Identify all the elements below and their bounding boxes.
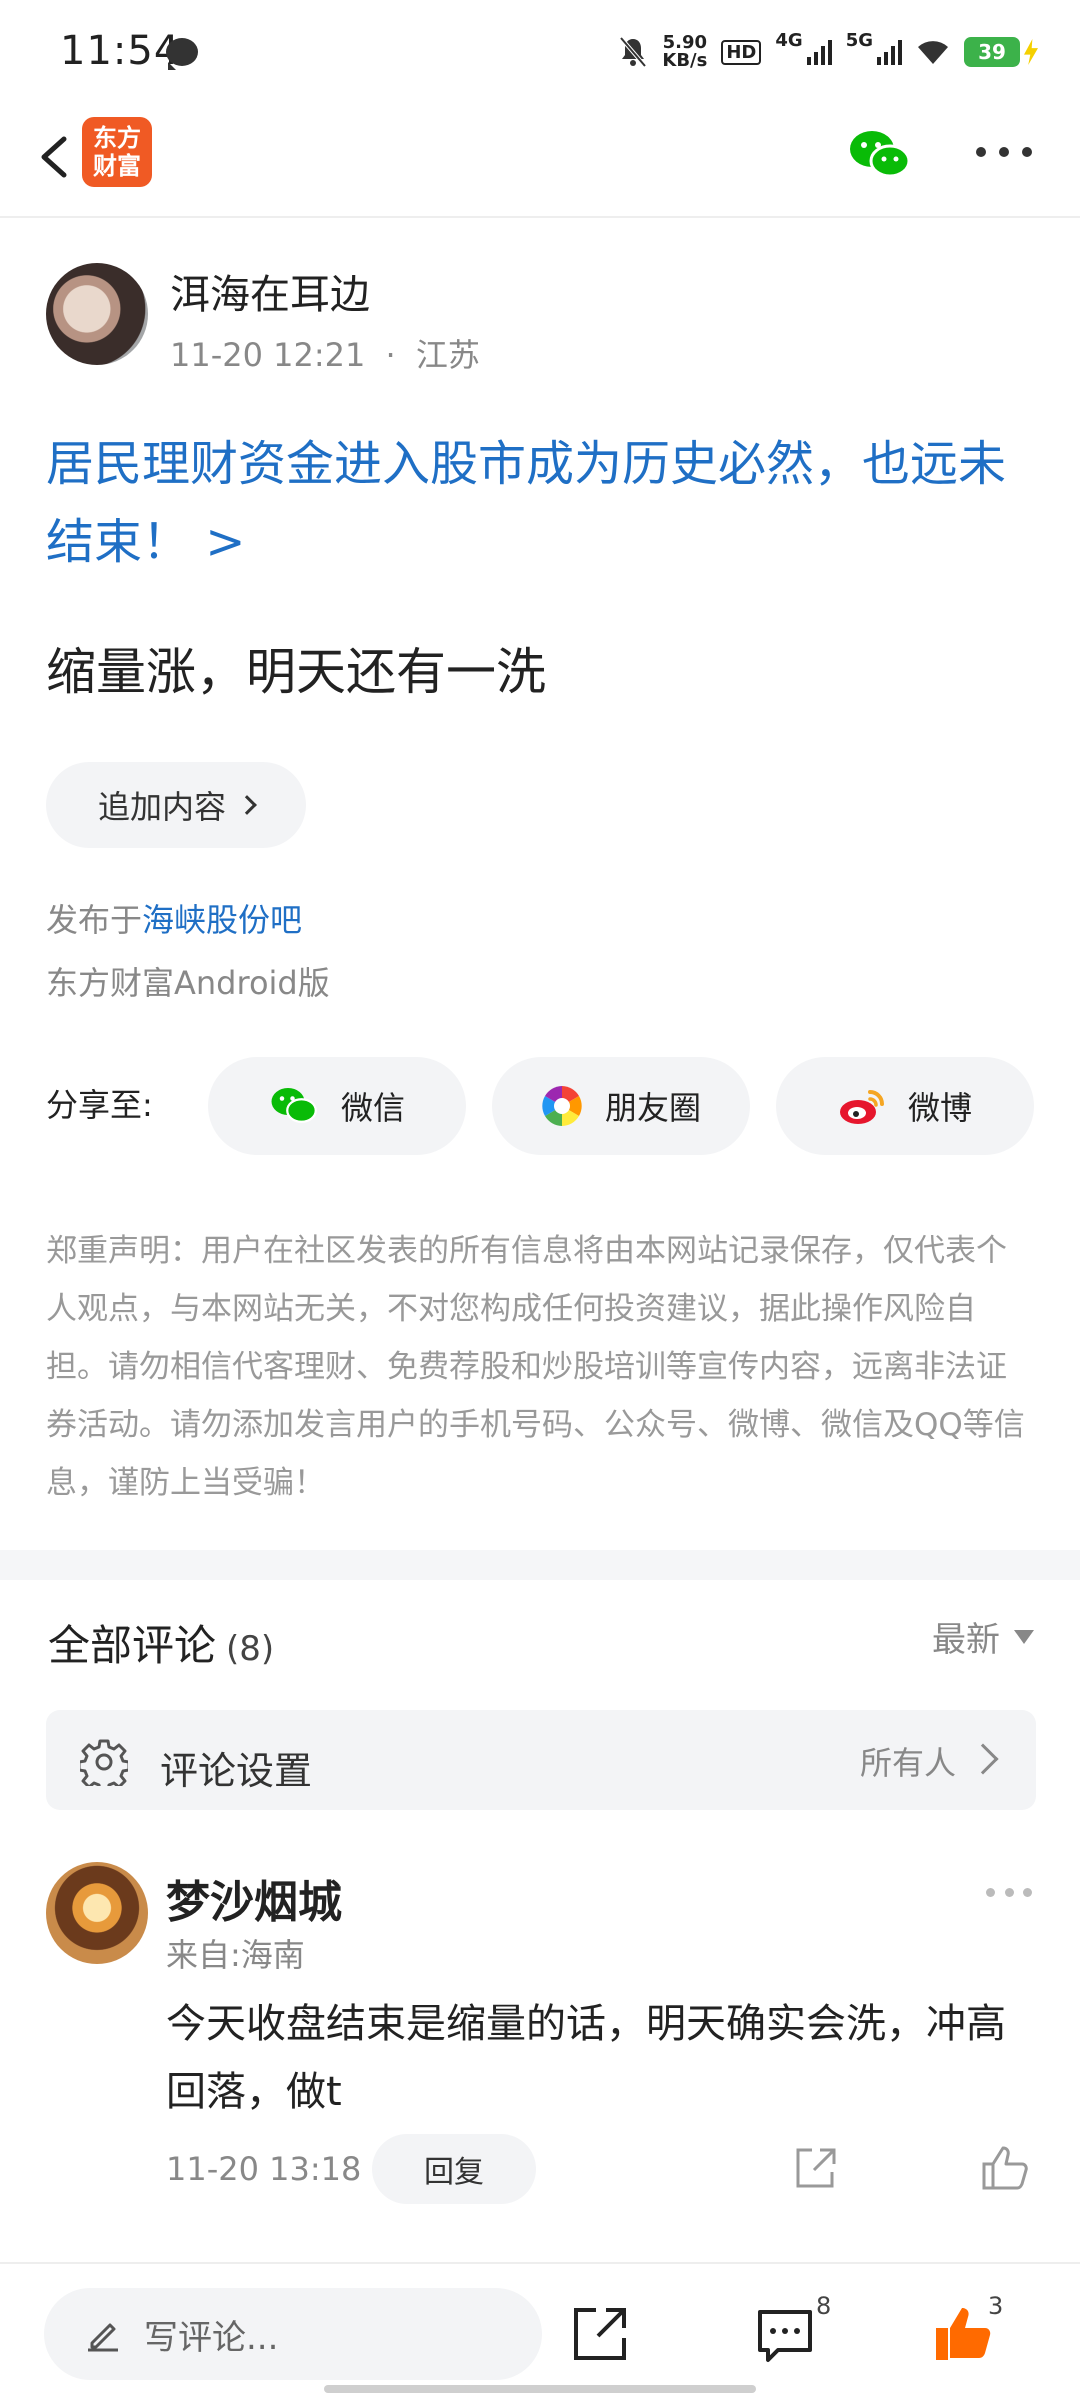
comment-icon[interactable]: [756, 2308, 814, 2364]
comment-more-icon[interactable]: [986, 1888, 1032, 1898]
post-meta: 11-20 12:21 · 江苏: [170, 336, 480, 374]
chevron-right-icon: [237, 795, 257, 815]
post-body: 缩量涨，明天还有一洗: [46, 643, 546, 701]
like-icon[interactable]: [932, 2302, 994, 2364]
app-logo[interactable]: 东方 财富: [82, 117, 152, 187]
post-location: 江苏: [415, 336, 480, 374]
commenter-avatar[interactable]: [46, 1862, 148, 1964]
comments-title: 全部评论 (8): [48, 1621, 275, 1670]
bar-link[interactable]: 海峡股份吧: [142, 901, 302, 939]
wechat-icon: [271, 1088, 317, 1123]
like-icon[interactable]: [980, 2142, 1030, 2192]
message-notification-icon: [166, 38, 198, 70]
caret-down-icon: [1014, 1629, 1034, 1644]
back-icon[interactable]: [28, 127, 88, 187]
commenter-name[interactable]: 梦沙烟城: [166, 1866, 342, 1930]
net-5g: 5G: [845, 30, 873, 51]
more-icon[interactable]: [976, 147, 1032, 161]
pencil-icon: [88, 2323, 118, 2352]
like-count: 3: [988, 2292, 1004, 2320]
author-name[interactable]: 洱海在耳边: [170, 262, 370, 320]
share-icon[interactable]: [570, 2304, 630, 2364]
commenter-location: 来自:海南: [166, 1936, 305, 1974]
reply-button[interactable]: 回复: [372, 2134, 536, 2204]
author-avatar[interactable]: [46, 263, 148, 365]
wechat-icon[interactable]: [848, 127, 912, 183]
signal-5g-icon: [877, 39, 902, 65]
disclaimer: 郑重声明：用户在社区发表的所有信息将由本网站记录保存，仅代表个人观点，与本网站无…: [46, 1233, 1025, 1501]
comment-settings-row[interactable]: 评论设置 所有人: [46, 1710, 1036, 1810]
chevron-right-icon: [967, 1743, 999, 1775]
share-icon[interactable]: [792, 2146, 838, 2192]
section-divider: [0, 1550, 1080, 1580]
comments-count: (8): [226, 1629, 275, 1669]
net-speed: 5.90 KB/s: [662, 32, 708, 71]
write-comment-input[interactable]: 写评论...: [44, 2288, 542, 2380]
weibo-icon: [839, 1090, 884, 1124]
settings-value: 所有人: [859, 1744, 956, 1782]
wifi-icon: [918, 41, 948, 64]
comment-time: 11-20 13:18: [166, 2150, 362, 2188]
published-in: 发布于海峡股份吧: [46, 901, 303, 939]
mute-bell-icon: [619, 36, 647, 68]
post-date: 11-20 12:21: [170, 336, 366, 374]
hd-badge: HD: [721, 39, 762, 65]
share-weibo-button[interactable]: 微博: [776, 1057, 1034, 1155]
moments-icon: [542, 1086, 582, 1126]
share-wechat-button[interactable]: 微信: [208, 1057, 466, 1155]
status-icons: 5.90 KB/s HD 4G 5G 39: [618, 30, 1020, 74]
top-nav: 东方 财富: [0, 105, 1080, 218]
net-4g: 4G: [775, 30, 803, 51]
battery-icon: 39: [964, 37, 1020, 67]
sort-dropdown[interactable]: 最新: [932, 1612, 1034, 1661]
gear-icon: [80, 1739, 128, 1786]
comment-count: 8: [816, 2292, 832, 2320]
signal-4g-icon: [806, 39, 832, 65]
client-info: 东方财富Android版: [46, 964, 330, 1002]
topic-link[interactable]: 居民理财资金进入股市成为历史必然，也远未结束！ >: [46, 425, 1046, 581]
bottom-bar: 写评论... 8 3: [0, 2262, 1080, 2400]
status-time: 11:54: [60, 28, 181, 74]
status-bar: 11:54 5.90 KB/s HD 4G 5G 39: [0, 0, 1080, 105]
home-indicator[interactable]: [324, 2385, 756, 2393]
share-label: 分享至:: [46, 1086, 153, 1124]
comment-text: 今天收盘结束是缩量的话，明天确实会洗，冲高回落，做t: [166, 2001, 1006, 2115]
share-moments-button[interactable]: 朋友圈: [492, 1057, 750, 1155]
add-content-button[interactable]: 追加内容: [46, 762, 306, 848]
